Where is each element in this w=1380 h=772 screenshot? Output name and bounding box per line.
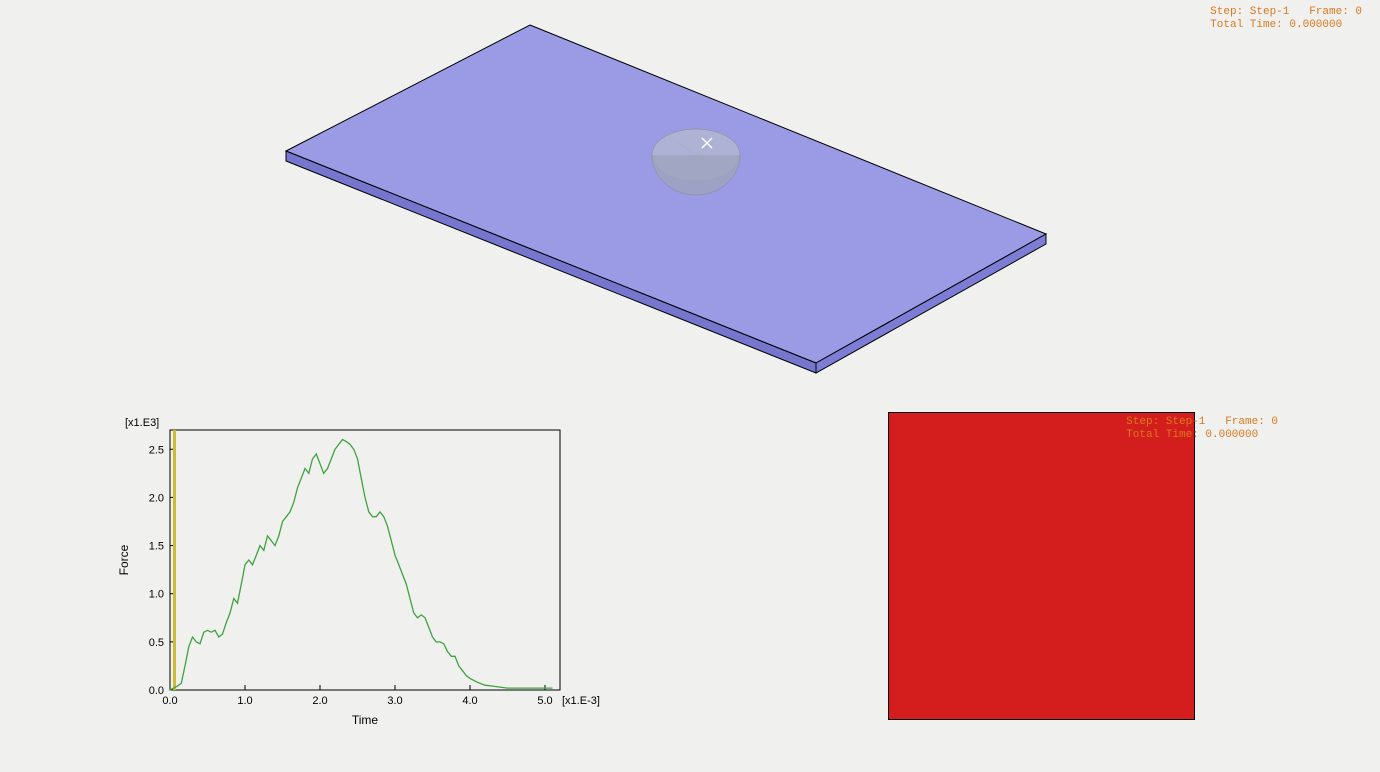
x-tick-label: 5.0: [537, 695, 552, 707]
plot-frame: [170, 430, 560, 690]
x-multiplier: [x1.E-3]: [562, 695, 600, 707]
status-line2: Total Time: 0.000000: [1126, 429, 1258, 441]
x-tick-label: 0.0: [162, 695, 177, 707]
y-tick-label: 0.5: [149, 637, 164, 649]
x-tick-label: 1.0: [237, 695, 252, 707]
status-line2: Total Time: 0.000000: [1210, 19, 1342, 31]
y-tick-label: 2.0: [149, 492, 164, 504]
status-line1: Step: Step-1 Frame: 0: [1126, 416, 1278, 428]
y-axis-label: Force: [117, 544, 131, 575]
xy-plot[interactable]: 0.00.51.01.52.02.50.01.02.03.04.05.0[x1.…: [110, 410, 600, 740]
x-axis-label: Time: [352, 713, 379, 727]
y-tick-label: 1.5: [149, 541, 164, 553]
x-tick-label: 4.0: [462, 695, 477, 707]
x-tick-label: 3.0: [387, 695, 402, 707]
status-line1: Step: Step-1 Frame: 0: [1210, 6, 1362, 18]
x-tick-label: 2.0: [312, 695, 327, 707]
y-tick-label: 2.5: [149, 444, 164, 456]
secondary-viewport[interactable]: [888, 412, 1195, 720]
status-overlay-bottom: Step: Step-1 Frame: 0 Total Time: 0.0000…: [1126, 416, 1278, 442]
series-line: [170, 440, 553, 690]
viewport-3d[interactable]: [0, 0, 1380, 400]
status-overlay-top: Step: Step-1 Frame: 0 Total Time: 0.0000…: [1210, 6, 1362, 32]
y-multiplier: [x1.E3]: [125, 417, 159, 429]
y-tick-label: 1.0: [149, 589, 164, 601]
